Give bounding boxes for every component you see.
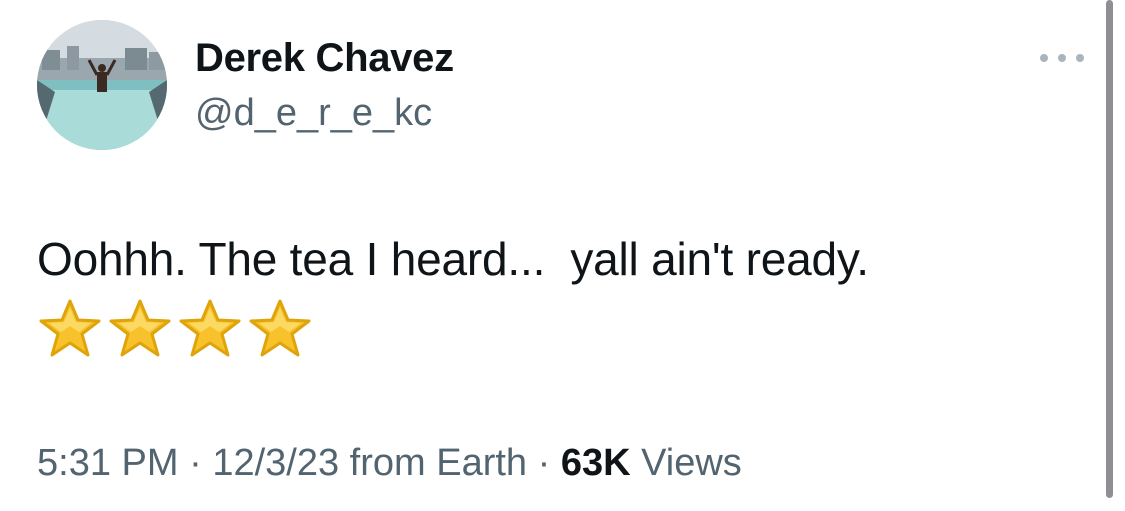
user-handle[interactable]: @d_e_r_e_kc — [195, 92, 432, 135]
views-count[interactable]: 63K — [561, 442, 631, 484]
star-emoji-icon — [39, 299, 101, 357]
more-options-button[interactable] — [1040, 46, 1084, 70]
views-label[interactable]: Views — [641, 442, 742, 484]
tweet-emoji-row — [37, 298, 313, 360]
tweet-card: Derek Chavez @d_e_r_e_kc Oohhh. The tea … — [0, 0, 1125, 511]
meta-separator: · — [537, 442, 551, 484]
star-emoji-icon — [179, 299, 241, 357]
tweet-time[interactable]: 5:31 PM — [37, 442, 179, 484]
meta-separator: · — [189, 442, 202, 484]
tweet-source: from Earth — [349, 442, 528, 484]
tweet-date[interactable]: 12/3/23 — [212, 442, 339, 484]
scrollbar[interactable] — [1106, 0, 1113, 498]
more-horizontal-icon — [1076, 54, 1084, 62]
star-emoji-icon — [109, 299, 171, 357]
tweet-text: Oohhh. The tea I heard... yall ain't rea… — [37, 233, 869, 285]
avatar-photo-icon — [37, 20, 167, 150]
more-horizontal-icon — [1058, 54, 1066, 62]
more-horizontal-icon — [1040, 54, 1048, 62]
avatar[interactable] — [37, 20, 167, 150]
star-emoji-icon — [249, 299, 311, 357]
tweet-meta: 5:31 PM · 12/3/23 from Earth · 63K Views — [37, 442, 742, 485]
display-name[interactable]: Derek Chavez — [195, 36, 454, 81]
